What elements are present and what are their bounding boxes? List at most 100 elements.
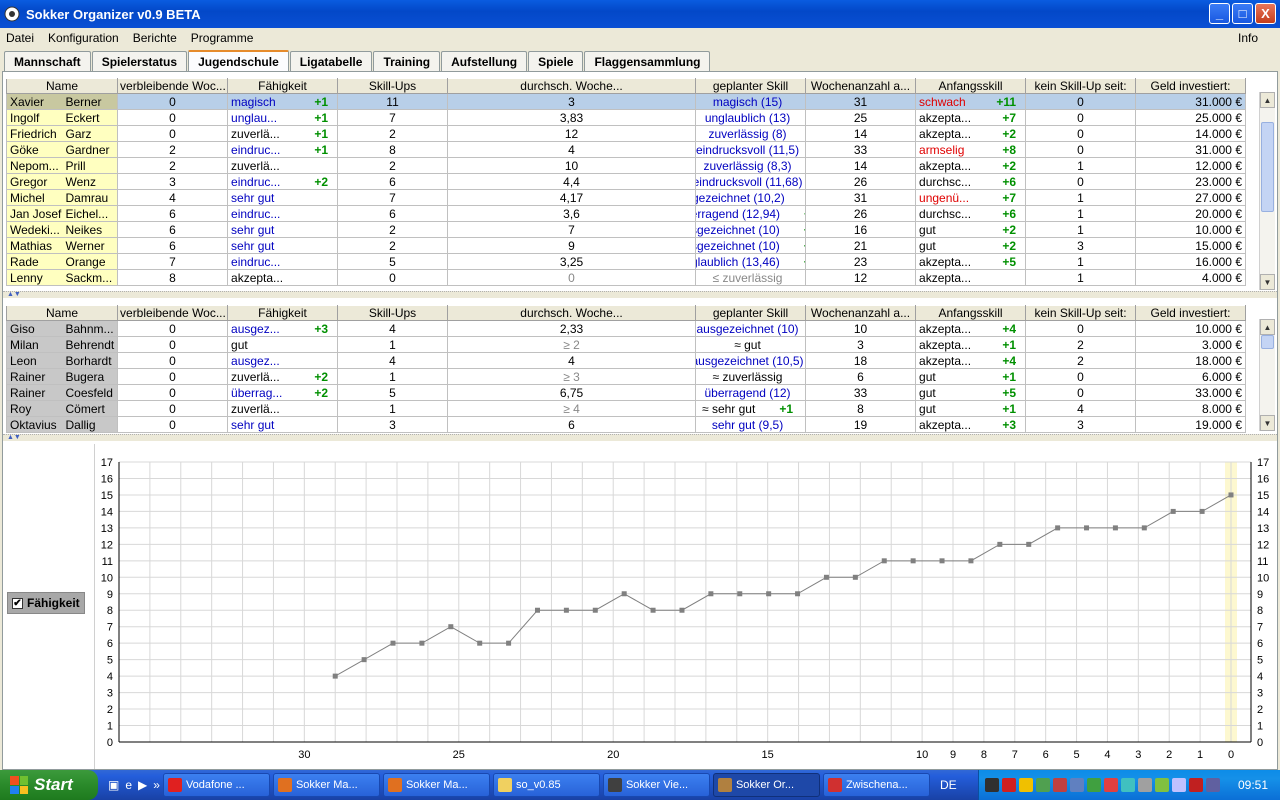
media-icon[interactable]: ▶ <box>138 778 147 792</box>
skill-cell: sehr gut <box>227 237 339 254</box>
tray-icon[interactable] <box>1172 778 1186 792</box>
tray-icon[interactable] <box>1036 778 1050 792</box>
tray-icon[interactable] <box>1155 778 1169 792</box>
splitter-bottom[interactable]: ▲▼ <box>3 434 1277 441</box>
tab-flaggensammlung[interactable]: Flaggensammlung <box>584 51 711 71</box>
column-header[interactable]: Skill-Ups <box>337 78 449 94</box>
column-header[interactable]: Fähigkeit <box>227 305 339 321</box>
tray-icon[interactable] <box>985 778 999 792</box>
maximize-button[interactable]: □ <box>1232 3 1253 24</box>
column-header[interactable]: verbleibende Woc... <box>117 305 229 321</box>
ie-icon[interactable]: e <box>125 778 132 792</box>
table-row[interactable]: Lenny Sackm... 8 akzepta... 0 0 ≤ zuverlässig 1… <box>6 269 1246 286</box>
taskbar-task[interactable]: Zwischena... <box>822 773 930 797</box>
column-header[interactable]: Anfangsskill <box>915 78 1027 94</box>
taskbar-task[interactable]: Sokker Vie... <box>602 773 710 797</box>
column-header[interactable]: Name <box>5 305 119 321</box>
tray-icon[interactable] <box>1138 778 1152 792</box>
task-icon <box>607 778 622 792</box>
tray-icon[interactable] <box>1104 778 1118 792</box>
scroll-up-icon[interactable]: ▲ <box>1260 319 1275 335</box>
tab-jugendschule[interactable]: Jugendschule <box>188 50 289 71</box>
tab-training[interactable]: Training <box>373 51 441 71</box>
taskbar-task[interactable]: Sokker Or... <box>712 773 820 797</box>
desktop-icon[interactable]: ▣ <box>108 778 119 792</box>
checkbox-icon[interactable]: ✔ <box>12 597 23 609</box>
last-name-cell: Cömert <box>62 400 118 417</box>
legend-faehigkeit[interactable]: ✔ Fähigkeit <box>7 592 85 614</box>
table-row[interactable]: MichelDamrau4sehr gut74,17ausgezeichnet … <box>6 189 1246 206</box>
column-header[interactable]: Geld investiert: <box>1135 305 1246 321</box>
tray-icon[interactable] <box>1189 778 1203 792</box>
start-button[interactable]: Start <box>0 770 98 800</box>
table-row[interactable]: Xavier Berner 0 magisch +1 11 3 magisch (15) 31 s… <box>6 93 1246 110</box>
column-header[interactable]: Fähigkeit <box>227 78 339 94</box>
column-header[interactable]: Wochenanzahl a... <box>805 305 917 321</box>
taskbar-task[interactable]: so_v0.85 <box>492 773 600 797</box>
menu-programme[interactable]: Programme <box>191 31 254 45</box>
column-header[interactable]: kein Skill-Up seit: <box>1025 78 1137 94</box>
table-row[interactable]: Roy Cömert 0 zuverlä... 1 ≥ 4 ≈ sehr gut +1 8 gut… <box>6 400 1246 417</box>
menu-datei[interactable]: Datei <box>6 31 34 45</box>
vertical-scrollbar-2[interactable]: ▲ ▼ <box>1259 319 1275 431</box>
tray-icon[interactable] <box>1206 778 1220 792</box>
table-row[interactable]: Milan Behrendt 0 gut 1 ≥ 2 ≈ gut 3 akzepta... +1 2… <box>6 336 1246 353</box>
tab-spiele[interactable]: Spiele <box>528 51 584 71</box>
column-header[interactable]: durchsch. Woche... <box>447 305 697 321</box>
column-header[interactable]: kein Skill-Up seit: <box>1025 305 1137 321</box>
tray-icon[interactable] <box>1121 778 1135 792</box>
table-row[interactable]: Leon Borhardt 0 ausgez... 4 4 ausgezeichnet (1… <box>6 352 1246 369</box>
column-header[interactable]: geplanter Skill <box>695 305 807 321</box>
column-header[interactable]: Geld investiert: <box>1135 78 1246 94</box>
table-row[interactable]: Göke Gardner 2 eindruc... +1 8 4 eindrucksvoll … <box>6 141 1246 158</box>
tray-icon[interactable] <box>1053 778 1067 792</box>
table-row[interactable]: Rainer Bugera 0 zuverlä... +2 1 ≥ 3 ≈ zuverläss… <box>6 368 1246 385</box>
menu-konfiguration[interactable]: Konfiguration <box>48 31 119 45</box>
taskbar-task[interactable]: Vodafone ... <box>162 773 270 797</box>
column-header[interactable]: Wochenanzahl a... <box>805 78 917 94</box>
scroll-down-icon[interactable]: ▼ <box>1260 274 1275 290</box>
tab-ligatabelle[interactable]: Ligatabelle <box>289 51 373 71</box>
table-row[interactable]: Wedeki...Neikes6sehr gut27ausgezeichnet … <box>6 221 1246 238</box>
table-row[interactable]: Ingolf Eckert 0 unglau... +1 7 3,83 unglaublich… <box>6 109 1246 126</box>
taskbar-task[interactable]: Sokker Ma... <box>382 773 490 797</box>
tray-icon[interactable] <box>1087 778 1101 792</box>
table-row[interactable]: Oktavius Dallig 0 sehr gut 3 6 sehr gut (9,5) 1… <box>6 416 1246 433</box>
column-header[interactable]: durchsch. Woche... <box>447 78 697 94</box>
table-row[interactable]: Rainer Coesfeld 0 überrag... +2 5 6,75 überrage… <box>6 384 1246 401</box>
splitter-top[interactable]: ▲▼ <box>3 291 1277 298</box>
table-row[interactable]: Jan JosefEichel...6eindruc...63,6überrag… <box>6 205 1246 222</box>
data-point <box>679 607 685 613</box>
table-row[interactable]: Gregor Wenz 3 eindruc... +2 6 4,4 eindrucksvoll… <box>6 173 1246 190</box>
vertical-scrollbar[interactable]: ▲ ▼ <box>1259 92 1275 290</box>
language-indicator[interactable]: DE <box>940 778 957 792</box>
column-header[interactable]: verbleibende Woc... <box>117 78 229 94</box>
scroll-up-icon[interactable]: ▲ <box>1260 92 1275 108</box>
tab-aufstellung[interactable]: Aufstellung <box>441 51 528 71</box>
menu-info[interactable]: Info <box>1238 31 1258 45</box>
remaining-weeks-cell: 0 <box>117 109 229 126</box>
table-row[interactable]: Friedrich Garz 0 zuverlä... +1 2 12 zuverlässig… <box>6 125 1246 142</box>
tray-icon[interactable] <box>1070 778 1084 792</box>
scroll-thumb[interactable] <box>1261 122 1274 212</box>
minimize-button[interactable]: _ <box>1209 3 1230 24</box>
menu-berichte[interactable]: Berichte <box>133 31 177 45</box>
column-header[interactable]: geplanter Skill <box>695 78 807 94</box>
scroll-down-icon[interactable]: ▼ <box>1260 415 1275 431</box>
tab-mannschaft[interactable]: Mannschaft <box>4 51 91 71</box>
tab-spielerstatus[interactable]: Spielerstatus <box>91 51 188 71</box>
table-row[interactable]: MathiasWerner6sehr gut29ausgezeichnet (1… <box>6 237 1246 254</box>
y-tick-label-right: 2 <box>1257 704 1263 716</box>
table-row[interactable]: Giso Bahnm... 0 ausgez... +3 4 2,33 ausgezeichn… <box>6 320 1246 337</box>
close-button[interactable]: X <box>1255 3 1276 24</box>
scroll-thumb[interactable] <box>1261 335 1274 349</box>
taskbar-task[interactable]: Sokker Ma... <box>272 773 380 797</box>
table-row[interactable]: Nepom... Prill 2 zuverlä... 2 10 zuverlässig (… <box>6 157 1246 174</box>
tray-icon[interactable] <box>1002 778 1016 792</box>
column-header[interactable]: Skill-Ups <box>337 305 449 321</box>
column-header[interactable]: Name <box>5 78 119 94</box>
tray-icon[interactable] <box>1019 778 1033 792</box>
chevron-icon[interactable]: » <box>153 778 160 792</box>
column-header[interactable]: Anfangsskill <box>915 305 1027 321</box>
table-row[interactable]: RadeOrange7eindruc...53,25unglaublich (1… <box>6 253 1246 270</box>
